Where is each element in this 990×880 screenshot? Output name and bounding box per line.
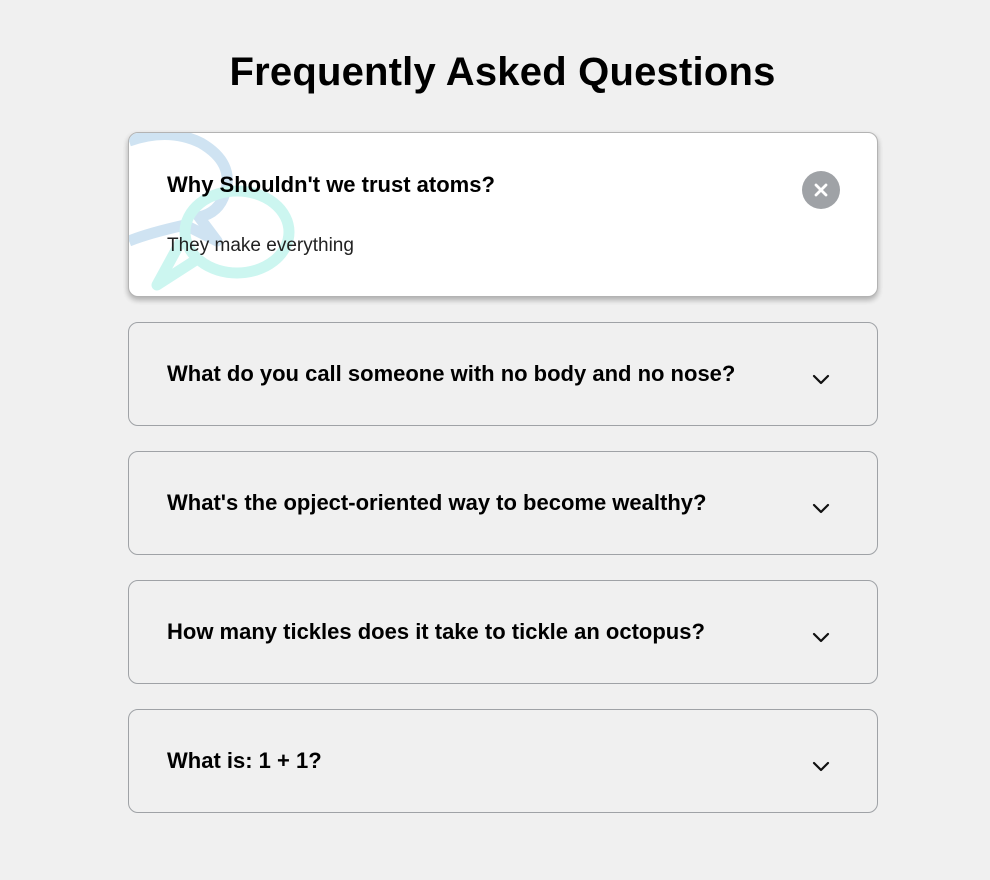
faq-question: Why Shouldn't we trust atoms?: [167, 172, 495, 197]
faq-toggle-button[interactable]: [802, 489, 840, 527]
faq-toggle-button[interactable]: [802, 618, 840, 656]
faq-page: Frequently Asked Questions Why Shouldn't…: [0, 0, 990, 880]
faq-item: What is: 1 + 1?: [128, 709, 878, 813]
chevron-down-icon: [812, 503, 830, 514]
faq-item: What do you call someone with no body an…: [128, 322, 878, 426]
chevron-down-icon: [812, 374, 830, 385]
faq-question: What do you call someone with no body an…: [167, 361, 736, 386]
faq-item: How many tickles does it take to tickle …: [128, 580, 878, 684]
faq-question: What is: 1 + 1?: [167, 748, 322, 773]
close-icon: [814, 183, 828, 197]
chevron-down-icon: [812, 632, 830, 643]
faq-toggle-button[interactable]: [802, 171, 840, 209]
faq-answer: They make everything: [167, 235, 354, 256]
faq-question: What's the opject-oriented way to become…: [167, 490, 707, 515]
faq-toggle-button[interactable]: [802, 747, 840, 785]
faq-question: How many tickles does it take to tickle …: [167, 619, 705, 644]
speech-bubbles-icon: [129, 133, 295, 291]
chevron-down-icon: [812, 761, 830, 772]
faq-item: What's the opject-oriented way to become…: [128, 451, 878, 555]
faq-item: Why Shouldn't we trust atoms? They make …: [128, 132, 878, 297]
page-title: Frequently Asked Questions: [229, 50, 776, 94]
faq-toggle-button[interactable]: [802, 360, 840, 398]
